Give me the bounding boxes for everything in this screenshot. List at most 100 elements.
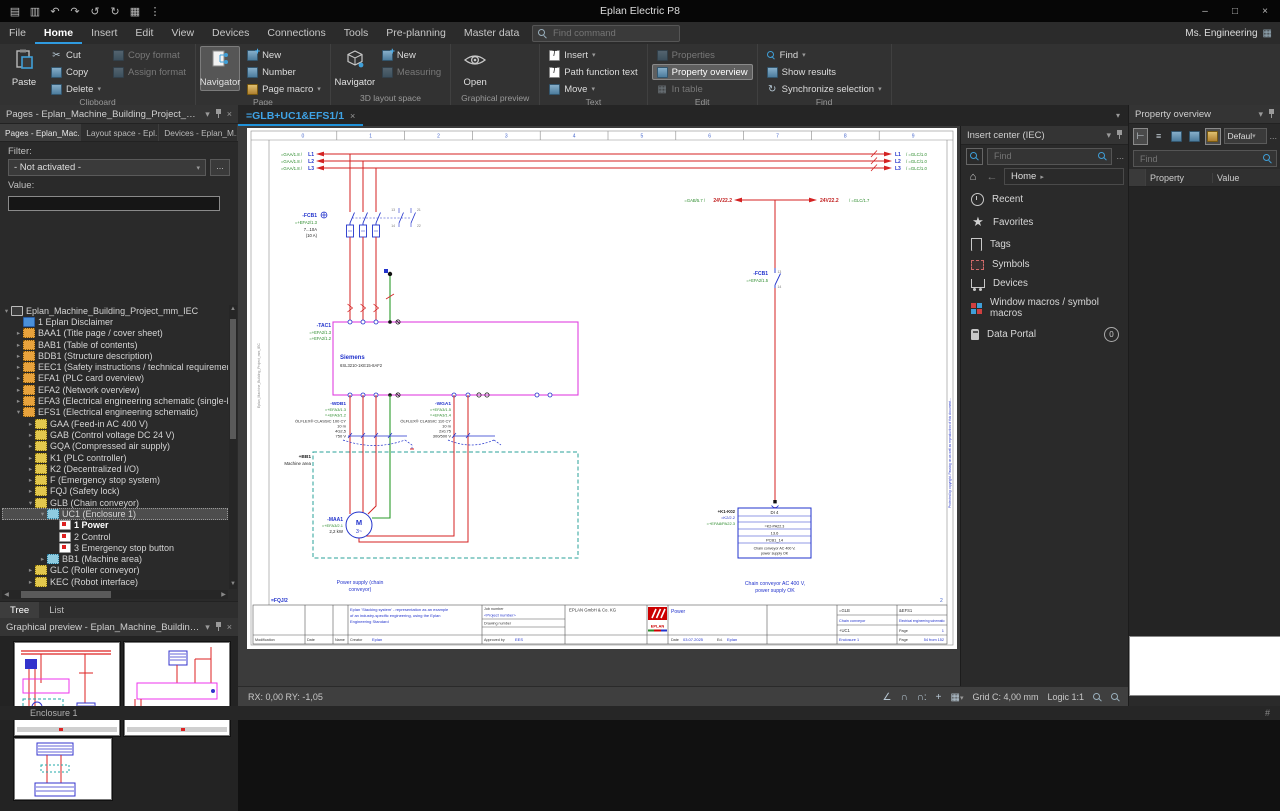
crosshair-icon[interactable]: + [936, 692, 942, 703]
scroll-up-icon[interactable]: ▲ [229, 305, 237, 314]
tree-item[interactable]: ▸GAB (Control voltage DC 24 V) [2, 429, 228, 440]
user-workspace-icon[interactable]: ▦ [1263, 28, 1272, 39]
graphical-preview-open-button[interactable]: Open [455, 46, 495, 91]
move-button[interactable]: Move▾ [544, 81, 642, 97]
tree-item[interactable]: ▸GQA (Compressed air supply) [2, 441, 228, 452]
tree-item[interactable]: ▾GLB (Chain conveyor) [2, 497, 228, 508]
text-insert-button[interactable]: Insert▾ [544, 47, 642, 63]
tab-devices[interactable]: Devices [203, 22, 258, 44]
tab-pre-planning[interactable]: Pre-planning [377, 22, 455, 44]
tab-connections[interactable]: Connections [258, 22, 334, 44]
property-overview-button[interactable]: Property overview [652, 64, 753, 80]
scroll-down-icon[interactable]: ▼ [229, 580, 237, 589]
tree-item[interactable]: ▸K2 (Decentralized I/O) [2, 463, 228, 474]
grid-size[interactable]: Grid C: 4,00 mm [972, 692, 1038, 702]
insert-item-devices[interactable]: Devices [961, 274, 1129, 293]
chevron-down-icon[interactable]: ▾ [205, 109, 210, 120]
page-number-button[interactable]: Number [242, 64, 326, 80]
dock-tab-layout-space[interactable]: Layout space - Epl... [81, 124, 159, 141]
tree-item-project[interactable]: ▾Eplan_Machine_Building_Project_mm_IEC [2, 305, 228, 316]
page-thumbnail[interactable] [14, 642, 120, 736]
property-table-body[interactable] [1129, 187, 1280, 636]
dock-tab-devices[interactable]: Devices - Eplan_M... [159, 124, 238, 141]
value-column-header[interactable]: Value [1213, 173, 1280, 183]
find-command-input[interactable] [551, 27, 674, 40]
tree-item[interactable]: ▸EFA3 (Electrical engineering schematic … [2, 395, 228, 406]
back-icon[interactable]: ← [985, 171, 999, 183]
chevron-down-icon[interactable]: ▾ [205, 622, 210, 633]
properties-button[interactable]: Properties [652, 47, 753, 63]
tree-vertical-scrollbar[interactable]: ▲▼ [229, 305, 237, 589]
insert-item-symbols[interactable]: Symbols [961, 255, 1129, 274]
tab-master-data[interactable]: Master data [455, 22, 528, 44]
filter-more-button[interactable]: ... [210, 159, 230, 176]
insert-item-data-portal[interactable]: Data Portal0 [961, 323, 1129, 346]
find-command-box[interactable] [532, 25, 680, 42]
page-thumbnail[interactable] [124, 642, 230, 736]
layout-navigator-button[interactable]: Navigator [335, 46, 375, 91]
close-icon[interactable]: × [227, 109, 232, 119]
page-thumbnail[interactable] [14, 738, 112, 800]
tree-item[interactable]: ▸BAB1 (Table of contents) [2, 339, 228, 350]
tree-item-uc1[interactable]: ▾UC1 (Enclosure 1) [2, 508, 228, 519]
property-search-input[interactable] [1138, 153, 1263, 165]
measuring-button[interactable]: Measuring [377, 64, 446, 80]
paste-button[interactable]: Paste [4, 46, 44, 91]
tab-tools[interactable]: Tools [335, 22, 378, 44]
grid-icon[interactable]: ▦▾ [950, 692, 963, 703]
paste-settings-icon[interactable] [1187, 128, 1202, 145]
synchronize-selection-button[interactable]: ↻Synchronize selection▾ [762, 81, 887, 97]
pin-icon[interactable] [1116, 130, 1123, 140]
property-search[interactable] [1133, 150, 1277, 167]
value-input[interactable] [8, 196, 220, 211]
page-new-button[interactable]: New [242, 47, 326, 63]
tree-item-page-estop[interactable]: 3 Emergency stop button [2, 542, 228, 553]
tree-item[interactable]: ▾EFS1 (Electrical engineering schematic) [2, 407, 228, 418]
close-tab-icon[interactable]: × [350, 111, 355, 121]
insert-item-recent[interactable]: Recent [961, 189, 1129, 210]
tree-item[interactable]: ▸F (Emergency stop system) [2, 474, 228, 485]
tree-item[interactable]: ▸KEC (Robot interface) [2, 576, 228, 587]
logic-scale[interactable]: Logic 1:1 [1047, 692, 1084, 702]
tree-item[interactable]: ▸GLC (Roller conveyor) [2, 565, 228, 576]
insert-item-window-macros[interactable]: Window macros / symbol macros [961, 293, 1129, 323]
tab-edit[interactable]: Edit [126, 22, 162, 44]
tree-view-icon[interactable]: ⊢ [1133, 128, 1148, 145]
user-filter-icon[interactable] [1205, 128, 1220, 145]
angle-snap-icon[interactable]: ∠ [883, 692, 892, 703]
in-table-button[interactable]: ▦In table [652, 81, 753, 97]
grid-toggle-icon[interactable]: # [1265, 708, 1270, 718]
cut-button[interactable]: ✂Cut [46, 47, 106, 63]
chevron-down-icon[interactable]: ▾ [1106, 130, 1111, 141]
search-more-button[interactable]: ... [1116, 151, 1124, 161]
tab-list-chevron-icon[interactable]: ▾ [1116, 111, 1120, 120]
close-button[interactable]: × [1250, 6, 1280, 17]
tree-horizontal-scrollbar[interactable]: ◀▶ [2, 590, 228, 599]
tab-file[interactable]: File [0, 22, 35, 44]
home-icon[interactable]: ⌂ [966, 171, 980, 183]
scheme-more-button[interactable]: ... [1270, 131, 1278, 141]
pin-icon[interactable] [1268, 109, 1275, 119]
zoom-window-icon[interactable] [1111, 693, 1120, 702]
insert-item-favorites[interactable]: ★Favorites [961, 210, 1129, 234]
assign-format-button[interactable]: Assign format [108, 64, 191, 80]
path-function-text-button[interactable]: Path function text [544, 64, 642, 80]
tree-item[interactable]: ▸BAA1 (Title page / cover sheet) [2, 328, 228, 339]
scroll-right-icon[interactable]: ▶ [219, 591, 228, 598]
find-button[interactable]: Find▾ [762, 47, 887, 63]
copy-format-button[interactable]: Copy format [108, 47, 191, 63]
insert-center-search[interactable] [987, 148, 1112, 165]
property-column-header[interactable]: Property [1146, 173, 1213, 183]
scroll-left-icon[interactable]: ◀ [2, 591, 11, 598]
page-macro-button[interactable]: Page macro▾ [242, 81, 326, 97]
tree-item[interactable]: ▸FQJ (Safety lock) [2, 486, 228, 497]
tab-view[interactable]: View [162, 22, 203, 44]
show-results-button[interactable]: Show results [762, 64, 887, 80]
page-navigator-button[interactable]: Navigator [200, 46, 240, 91]
breadcrumb[interactable]: Home▸ [1004, 168, 1124, 185]
object-snap-icon[interactable]: ∩ [900, 692, 907, 703]
close-icon[interactable]: × [227, 622, 232, 632]
pin-icon[interactable] [215, 622, 222, 632]
copy-button[interactable]: Copy [46, 64, 106, 80]
tree-item[interactable]: ▸EFA1 (PLC card overview) [2, 373, 228, 384]
